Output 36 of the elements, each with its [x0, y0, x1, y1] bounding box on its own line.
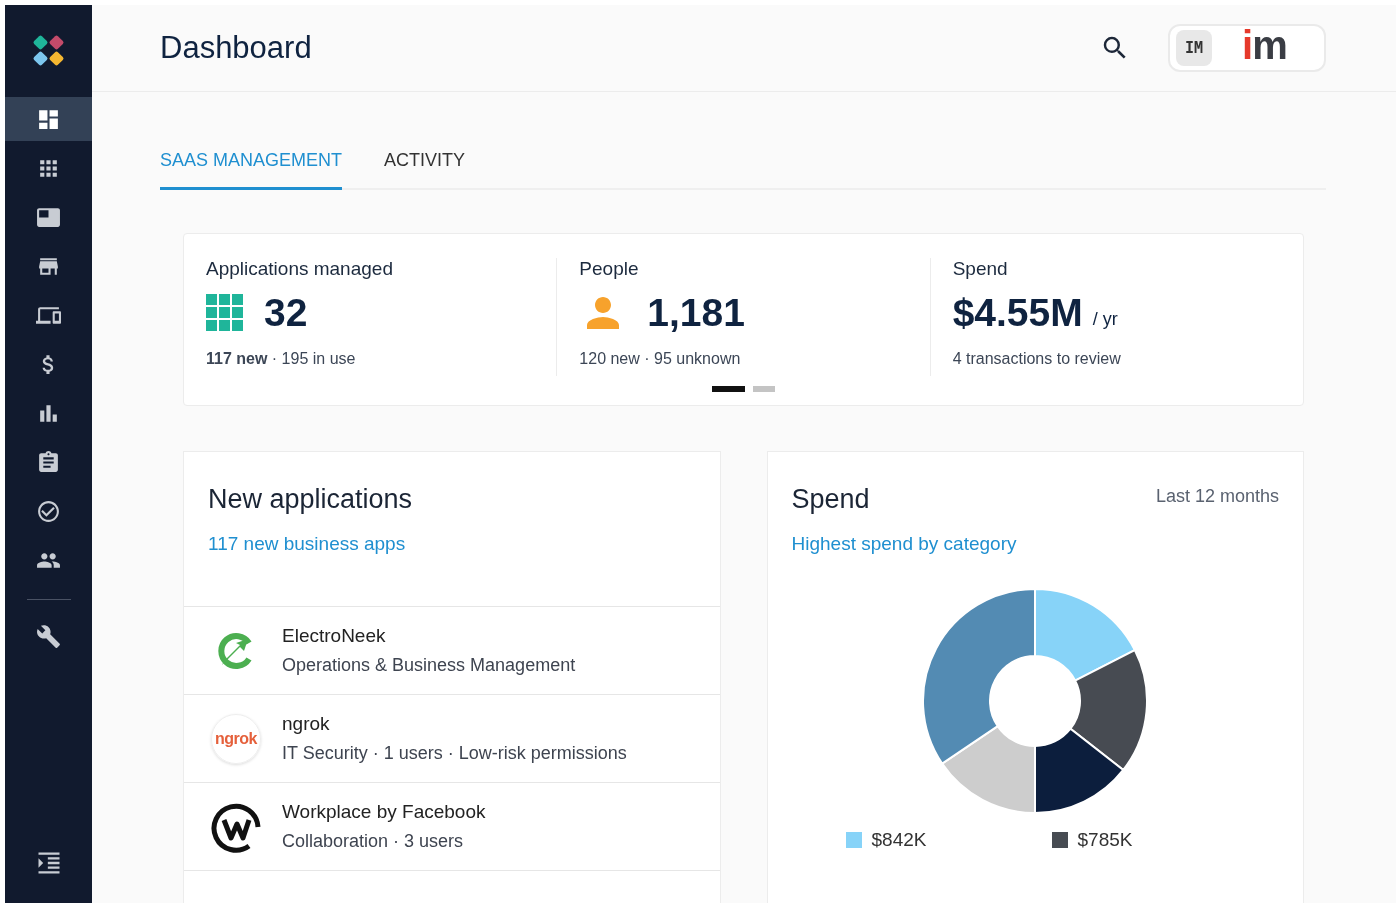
stat-label: People	[579, 258, 640, 280]
stat-unit: / yr	[1092, 308, 1118, 330]
app-detail: IT Security · 1 users · Low-risk permissions	[282, 743, 627, 764]
app-name: Workplace by Facebook	[282, 801, 486, 823]
stat-value: 32	[264, 291, 308, 335]
new-apps-link[interactable]: 117 new business apps	[208, 533, 406, 555]
legend-value: $842K	[871, 829, 927, 851]
brand-logo: im	[1242, 25, 1287, 69]
account-menu[interactable]: IM im	[1168, 24, 1326, 72]
app-row[interactable]: Workplace by Facebook Collaboration · 3 users	[184, 783, 720, 871]
app-row[interactable]: ElectroNeek Operations & Business Management	[184, 607, 720, 695]
app-detail: Operations & Business Management	[282, 655, 576, 676]
stat-note: 120 new · 95 unknown	[579, 350, 742, 368]
period-label: Last 12 months	[1155, 486, 1279, 507]
app-detail: Collaboration · 3 users	[282, 831, 465, 852]
stat-value: 1,181	[647, 291, 745, 335]
wrench-icon	[36, 623, 61, 649]
stat-label: Spend	[952, 258, 1009, 280]
stat-value: $4.55M	[952, 291, 1083, 335]
card-title: New applications	[208, 484, 414, 515]
app-logo-icon	[31, 34, 66, 68]
stat-note: 117 new · 195 in use	[206, 350, 357, 368]
tab[interactable]: ACTIVITY	[384, 144, 466, 190]
sidebar-item[interactable]	[5, 97, 92, 141]
app-name: ngrok	[282, 713, 331, 735]
app-name: ElectroNeek	[282, 625, 387, 647]
grid-icon	[206, 294, 244, 332]
stat-note: 4 transactions to review	[952, 350, 1122, 368]
user-avatar: IM	[1176, 30, 1212, 66]
app-row[interactable]: ngrok ngrok IT Security · 1 users · Low-risk permissions	[184, 695, 720, 783]
card-title: Spend	[791, 484, 870, 515]
legend-value: $785K	[1077, 829, 1133, 851]
page-title: Dashboard	[160, 30, 313, 66]
clipboard-icon	[36, 449, 61, 475]
stat-label: Applications managed	[206, 258, 394, 280]
spend-category-link[interactable]: Highest spend by category	[791, 533, 1017, 555]
